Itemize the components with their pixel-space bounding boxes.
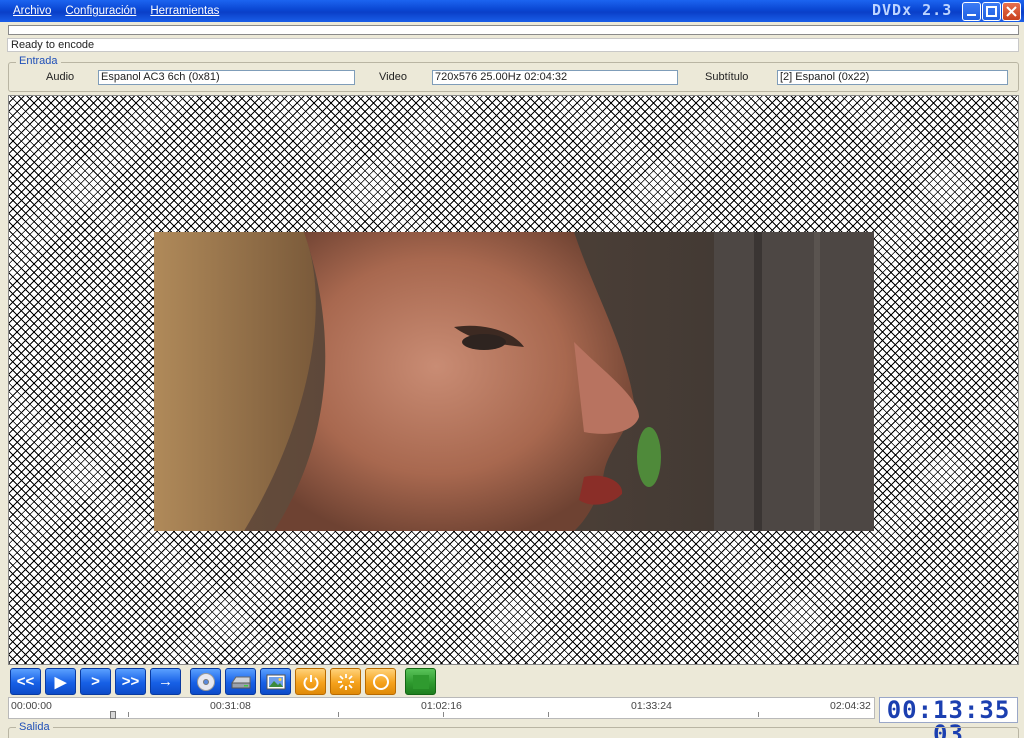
salida-group: Salida	[8, 721, 1019, 738]
entrada-group: Entrada Audio Espanol AC3 6ch (0x81) Vid…	[8, 55, 1019, 92]
video-frame	[154, 232, 874, 531]
video-field[interactable]: 720x576 25.00Hz 02:04:32	[432, 70, 678, 85]
timeline-tick	[128, 712, 129, 717]
picture-icon	[266, 674, 285, 689]
drive-icon	[230, 676, 250, 688]
subtitle-field[interactable]: [2] Espanol (0x22)	[777, 70, 1008, 85]
timeline-thumb[interactable]	[110, 711, 116, 719]
close-button[interactable]	[1002, 2, 1021, 21]
disc-icon	[196, 672, 215, 691]
tick-label-end: 02:04:32	[830, 700, 871, 712]
open-dvd-button[interactable]	[190, 668, 221, 695]
video-preview[interactable]	[8, 95, 1019, 665]
time-display: 00:13:35 03	[879, 697, 1018, 738]
tick-label-2: 01:02:16	[421, 700, 462, 712]
video-label: Video	[379, 71, 407, 83]
rewind-button[interactable]: <<	[10, 668, 41, 695]
video-frame-image	[154, 232, 874, 531]
minimize-icon	[967, 14, 976, 16]
minimize-button[interactable]	[962, 2, 981, 21]
circle-icon	[372, 673, 389, 690]
stop-circle-button[interactable]	[365, 668, 396, 695]
menu-bar: Archivo Configuración Herramientas DVDx …	[0, 0, 1024, 22]
snapshot-button[interactable]	[260, 668, 291, 695]
power-button[interactable]	[295, 668, 326, 695]
open-drive-button[interactable]	[225, 668, 256, 695]
play-button[interactable]: ▶	[45, 668, 76, 695]
timeline-tick	[338, 712, 339, 717]
power-icon	[303, 674, 318, 691]
settings-burst-button[interactable]	[330, 668, 361, 695]
menu-archivo[interactable]: Archivo	[6, 5, 58, 17]
salida-title: Salida	[16, 721, 53, 733]
green-square-icon	[412, 674, 429, 689]
tick-label-1: 00:31:08	[210, 700, 251, 712]
maximize-button[interactable]	[982, 2, 1001, 21]
timeline-tick	[758, 712, 759, 717]
timeline-slider[interactable]: 00:00:00 00:31:08 01:02:16 01:33:24 02:0…	[8, 697, 875, 719]
close-icon	[1006, 6, 1017, 17]
encode-button[interactable]	[405, 668, 436, 695]
audio-field[interactable]: Espanol AC3 6ch (0x81)	[98, 70, 355, 85]
status-text: Ready to encode	[7, 38, 1019, 52]
menu-configuracion[interactable]: Configuración	[58, 5, 143, 17]
subtitle-label: Subtítulo	[705, 71, 749, 83]
step-forward-button[interactable]: >	[80, 668, 111, 695]
tick-label-start: 00:00:00	[11, 700, 52, 712]
entrada-title: Entrada	[16, 55, 61, 67]
encode-progress-bar	[8, 25, 1019, 35]
maximize-icon	[986, 6, 997, 17]
goto-button[interactable]: →	[150, 668, 181, 695]
fast-forward-button[interactable]: >>	[115, 668, 146, 695]
sparkle-icon	[337, 673, 354, 690]
timeline-tick	[443, 712, 444, 717]
menu-herramientas[interactable]: Herramientas	[143, 5, 226, 17]
app-title: DVDx 2.3	[872, 1, 953, 19]
tick-label-3: 01:33:24	[631, 700, 672, 712]
timeline-tick	[548, 712, 549, 717]
audio-label: Audio	[46, 71, 75, 83]
